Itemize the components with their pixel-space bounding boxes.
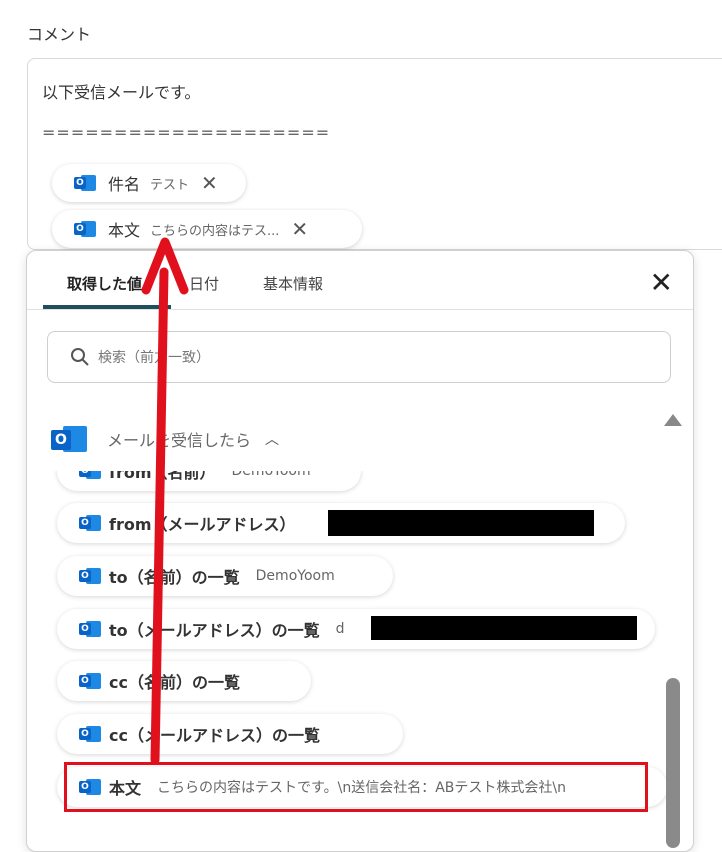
annotation-arrow — [141, 237, 189, 765]
